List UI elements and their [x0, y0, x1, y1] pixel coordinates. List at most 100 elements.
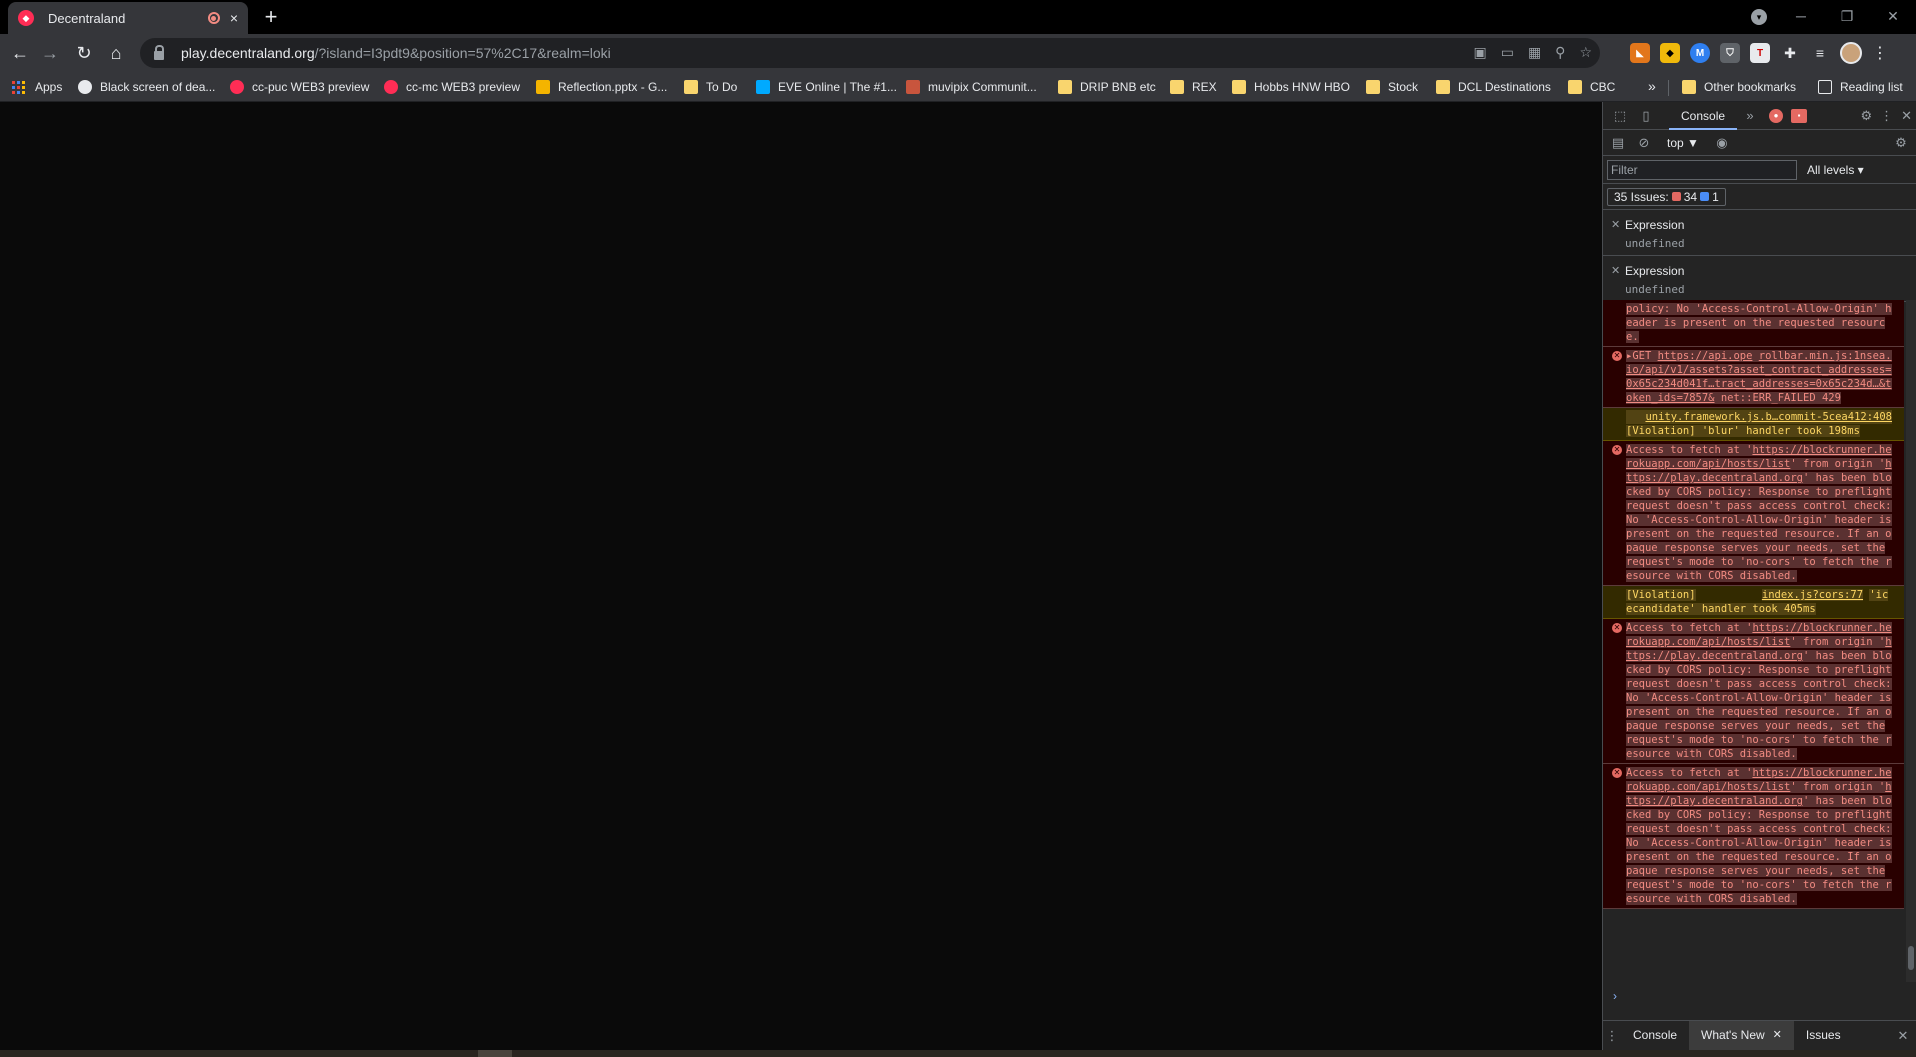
browser-tab-decentraland[interactable]: ◆ Decentraland × [8, 2, 248, 34]
close-devtools-icon[interactable]: ✕ [1901, 108, 1912, 124]
inspect-element-icon[interactable]: ⬚ [1607, 108, 1633, 124]
bookmark-apps[interactable]: Apps [12, 78, 62, 96]
live-expression[interactable]: ✕ Expression undefined [1603, 256, 1916, 302]
expression-title: Expression [1625, 264, 1685, 278]
address-bar[interactable]: play.decentraland.org/?island=I3pdt9&pos… [140, 38, 1600, 68]
source-link[interactable]: rollbar.min.js:1 [1759, 350, 1860, 362]
puzzle-icon[interactable]: ✚ [1780, 43, 1800, 63]
request-link[interactable]: https://api.ope [1658, 350, 1753, 362]
bookmark-item[interactable]: CBC [1568, 78, 1615, 96]
bookmark-item[interactable]: cc-mc WEB3 preview [384, 78, 520, 96]
bookmark-item[interactable]: Stock [1366, 78, 1418, 96]
minimize-button[interactable]: ─ [1778, 0, 1824, 32]
console-error-message[interactable]: ✕ Access to fetch at 'https://blockrunne… [1603, 441, 1904, 586]
filter-input[interactable] [1607, 159, 1797, 180]
close-window-button[interactable]: ✕ [1870, 0, 1916, 32]
extensions-row: ◣ ◆ M ⛉ T ✚ ≡ ⋮ [1630, 42, 1888, 64]
bookmark-item[interactable]: DCL Destinations [1436, 78, 1551, 96]
console-error-message[interactable]: ✕ Access to fetch at 'https://blockrunne… [1603, 619, 1904, 764]
drawer-menu-icon[interactable]: ⋮ [1603, 1028, 1621, 1044]
clear-console-icon[interactable]: ⊘ [1631, 135, 1657, 151]
forward-button[interactable]: → [38, 41, 62, 65]
metamask-icon[interactable]: ◣ [1630, 43, 1650, 63]
close-tab-icon[interactable]: ✕ [1773, 1021, 1782, 1050]
bookmark-item[interactable]: Black screen of dea... [78, 78, 215, 96]
tab-console[interactable]: Console [1669, 102, 1738, 130]
issues-label: 35 Issues: [1614, 189, 1669, 204]
address-bar-actions: ▣ ▭ ▦ ⚲ ☆ [1473, 44, 1592, 61]
bookmark-item[interactable]: REX [1170, 78, 1217, 96]
decentraland-icon [230, 80, 244, 94]
folder-icon [1682, 80, 1696, 94]
bookmark-item[interactable]: Reflection.pptx - G... [536, 78, 667, 96]
bookmark-item[interactable]: To Do [684, 78, 737, 96]
remove-expression-icon[interactable]: ✕ [1611, 264, 1620, 277]
drawer-tab-issues[interactable]: Issues [1794, 1021, 1853, 1050]
console-violation-message[interactable]: [Violation] index.js?cors:77 'icecandida… [1603, 586, 1904, 619]
device-toolbar-icon[interactable]: ▯ [1633, 108, 1659, 124]
bookmark-star-icon[interactable]: ☆ [1579, 44, 1592, 61]
expression-value: undefined [1625, 237, 1685, 250]
m-extension-icon[interactable]: M [1690, 43, 1710, 63]
log-levels-dropdown[interactable]: All levels ▾ [1807, 163, 1864, 177]
reading-list-button[interactable]: Reading list [1818, 78, 1903, 96]
camera-icon[interactable]: ▣ [1473, 44, 1486, 61]
home-button[interactable]: ⌂ [104, 41, 128, 65]
decentraland-icon [384, 80, 398, 94]
sidebar-toggle-icon[interactable]: ▤ [1605, 135, 1631, 151]
reading-list-icon[interactable]: ≡ [1810, 43, 1830, 63]
more-menu-icon[interactable]: ⋮ [1872, 43, 1888, 63]
console-scrollbar[interactable] [1906, 300, 1916, 982]
new-tab-button[interactable]: + [258, 5, 284, 31]
source-link[interactable]: index.js?cors:77 [1761, 589, 1864, 601]
other-bookmarks[interactable]: Other bookmarks [1682, 78, 1796, 96]
live-expression[interactable]: ✕ Expression undefined [1603, 210, 1916, 256]
issues-badge-icon[interactable]: ▪ [1791, 108, 1808, 123]
source-link[interactable]: unity.framework.js.b…commit-5cea412:408 [1626, 410, 1892, 424]
more-tabs-icon[interactable]: » [1737, 108, 1763, 123]
settings-gear-icon[interactable]: ⚙ [1860, 108, 1872, 124]
console-log[interactable]: policy: No 'Access-Control-Allow-Origin'… [1603, 300, 1904, 982]
shield-extension-icon[interactable]: ⛉ [1720, 43, 1740, 63]
live-expression-eye-icon[interactable]: ◉ [1709, 135, 1735, 151]
zoom-icon[interactable]: ⚲ [1555, 44, 1565, 61]
folder-icon [1568, 80, 1582, 94]
folder-icon [684, 80, 698, 94]
console-settings-icon[interactable]: ⚙ [1888, 135, 1914, 151]
drawer-tab-whats-new[interactable]: What's New ✕ [1689, 1021, 1794, 1050]
bookmark-item[interactable]: muvipix Communit... [906, 78, 1037, 96]
remove-expression-icon[interactable]: ✕ [1611, 218, 1620, 231]
lock-icon[interactable] [154, 44, 164, 60]
issues-button[interactable]: 35 Issues: 34 1 [1607, 187, 1726, 206]
close-drawer-icon[interactable]: ✕ [1890, 1028, 1916, 1044]
taskbar-edge [0, 1050, 1916, 1057]
console-prompt[interactable]: › [1613, 989, 1617, 1003]
todoist-icon[interactable]: T [1750, 43, 1770, 63]
error-count-badge[interactable]: ● [1769, 108, 1784, 123]
console-error-message[interactable]: ✕ ▸GET https://api.ope rollbar.min.js:1n… [1603, 347, 1904, 408]
reload-button[interactable]: ↻ [72, 41, 96, 65]
binance-wallet-icon[interactable]: ◆ [1660, 43, 1680, 63]
tab-search-icon[interactable]: ▾ [1751, 9, 1767, 25]
context-select[interactable]: top ▼ [1667, 136, 1699, 150]
bookmarks-overflow-button[interactable]: » [1648, 78, 1656, 94]
tab-close-button[interactable]: × [230, 10, 238, 26]
bookmark-item[interactable]: EVE Online | The #1... [756, 78, 897, 96]
bookmark-item[interactable]: Hobbs HNW HBO [1232, 78, 1350, 96]
avatar[interactable] [1840, 42, 1862, 64]
bookmark-item[interactable]: cc-puc WEB3 preview [230, 78, 369, 96]
cast-icon[interactable]: ▭ [1501, 44, 1514, 61]
qr-code-icon[interactable]: ▦ [1528, 44, 1541, 61]
drawer-tab-console[interactable]: Console [1621, 1021, 1689, 1050]
page-viewport-black[interactable] [0, 102, 1602, 1050]
url-text[interactable]: play.decentraland.org/?island=I3pdt9&pos… [181, 45, 611, 61]
console-error-message[interactable]: policy: No 'Access-Control-Allow-Origin'… [1603, 300, 1904, 347]
bookmark-item[interactable]: DRIP BNB etc [1058, 78, 1156, 96]
restore-button[interactable]: ❐ [1824, 0, 1870, 32]
window-controls: ─ ❐ ✕ [1778, 0, 1916, 34]
issues-error-count: 34 [1683, 189, 1698, 204]
console-violation-message[interactable]: unity.framework.js.b…commit-5cea412:408 … [1603, 408, 1904, 441]
console-error-message[interactable]: ✕ Access to fetch at 'https://blockrunne… [1603, 764, 1904, 909]
back-button[interactable]: ← [8, 41, 32, 65]
more-menu-icon[interactable]: ⋮ [1880, 108, 1893, 124]
